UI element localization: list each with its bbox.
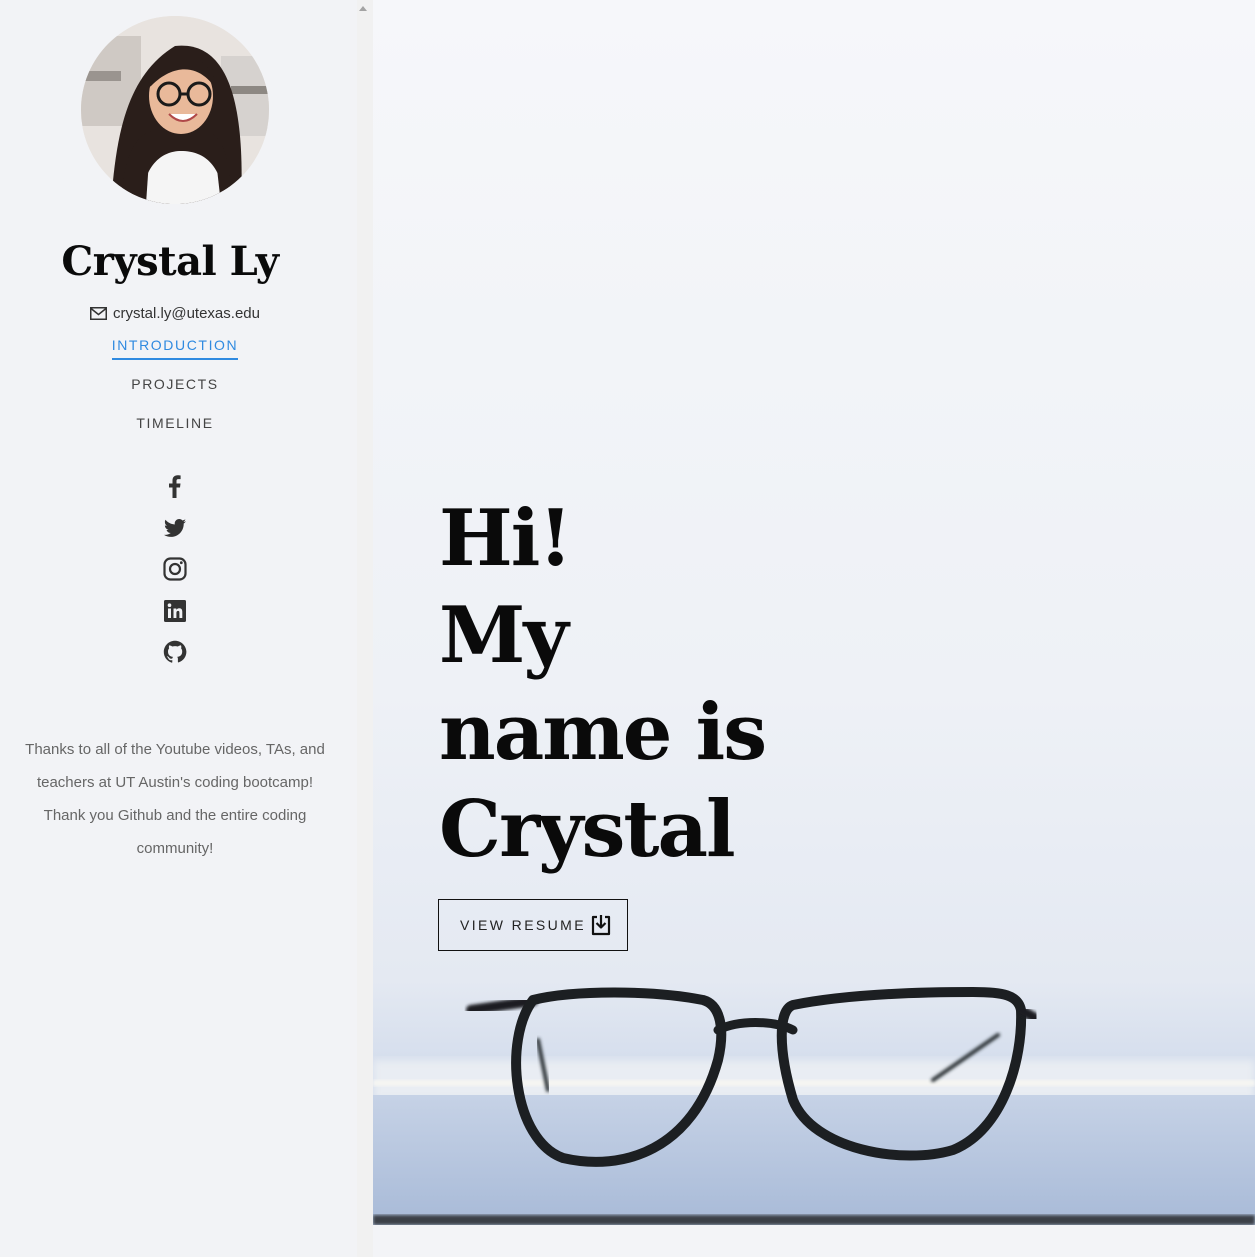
- headline-line: My: [439, 590, 569, 681]
- hero-headline: Hi! My name is Crystal: [439, 490, 799, 878]
- nav-item-label: INTRODUCTION: [111, 334, 239, 360]
- profile-name: Crystal Ly: [61, 238, 279, 285]
- nav-item-timeline[interactable]: TIMELINE: [0, 412, 350, 451]
- envelope-icon: [90, 307, 108, 320]
- headline-line: Crystal: [439, 784, 736, 875]
- facebook-icon[interactable]: [162, 473, 188, 499]
- view-resume-button[interactable]: VIEW RESUME: [438, 899, 628, 951]
- nav-item-projects[interactable]: PROJECTS: [0, 373, 350, 412]
- hero-section: Hi! My name is Crystal VIEW RESUME: [373, 0, 1255, 1257]
- linkedin-icon[interactable]: [162, 598, 188, 624]
- view-resume-label: VIEW RESUME: [460, 917, 586, 933]
- headline-line: Hi!: [439, 493, 573, 584]
- sidebar-nav: INTRODUCTION PROJECTS TIMELINE: [0, 334, 350, 451]
- headline-line: name is: [439, 687, 767, 778]
- nav-item-label: TIMELINE: [136, 415, 214, 431]
- email-row[interactable]: crystal.ly@utexas.edu: [0, 305, 350, 322]
- sidebar: Crystal Ly crystal.ly@utexas.edu INTRODU…: [0, 0, 357, 1257]
- twitter-icon[interactable]: [162, 515, 188, 541]
- email-link[interactable]: crystal.ly@utexas.edu: [113, 305, 260, 322]
- avatar: [81, 16, 269, 204]
- download-icon: [591, 915, 611, 936]
- thanks-text: Thanks to all of the Youtube videos, TAs…: [25, 741, 325, 857]
- sidebar-scrollbar[interactable]: [357, 0, 373, 1257]
- scroll-up-arrow-icon[interactable]: [359, 6, 367, 11]
- avatar-photo: [81, 16, 269, 204]
- nav-item-introduction[interactable]: INTRODUCTION: [0, 334, 350, 373]
- page: Crystal Ly crystal.ly@utexas.edu INTRODU…: [0, 0, 1255, 1257]
- instagram-icon[interactable]: [162, 556, 188, 582]
- nav-item-label: PROJECTS: [131, 376, 219, 392]
- social-links: [162, 473, 188, 681]
- github-icon[interactable]: [162, 639, 188, 665]
